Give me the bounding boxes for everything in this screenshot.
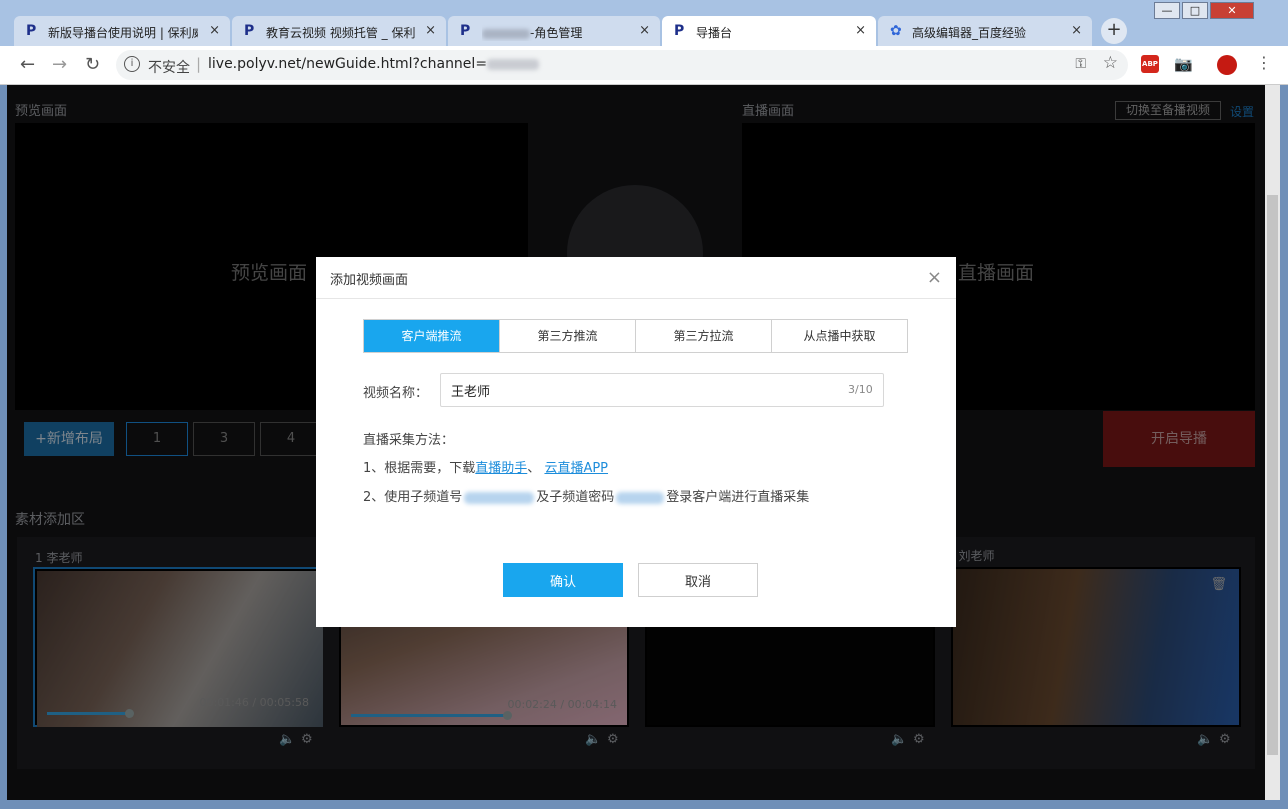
tab-close-icon[interactable]: × xyxy=(855,23,866,38)
assistant-download-link[interactable]: 直播助手 xyxy=(475,461,527,476)
tab-close-icon[interactable]: × xyxy=(209,23,220,38)
tab-active-guide[interactable]: P 导播台 × xyxy=(662,16,876,46)
forward-arrow-icon[interactable]: → xyxy=(52,54,67,75)
bookmark-star-icon[interactable]: ☆ xyxy=(1103,53,1118,73)
camera-icon[interactable]: 📷 xyxy=(1174,55,1193,73)
polyv-favicon-icon: P xyxy=(460,23,471,39)
tab-title: 导播台 xyxy=(696,26,733,40)
cloud-live-app-link[interactable]: 云直播APP xyxy=(544,461,608,476)
tab-2[interactable]: P 教育云视频 视频托管 _ 保利 × xyxy=(232,16,446,46)
minimize-button[interactable]: — xyxy=(1154,2,1180,19)
baidu-paw-icon: ✿ xyxy=(890,23,902,39)
profile-avatar[interactable] xyxy=(1217,55,1237,75)
url-text[interactable]: live.polyv.net/newGuide.html?channel= xyxy=(208,56,540,72)
maximize-button[interactable]: □ xyxy=(1182,2,1208,19)
redacted-password xyxy=(616,491,665,504)
close-window-button[interactable]: ✕ xyxy=(1210,2,1254,19)
security-label: 不安全 xyxy=(148,60,190,76)
tab-third-party-pull[interactable]: 第三方拉流 xyxy=(636,320,772,352)
tab-close-icon[interactable]: × xyxy=(639,23,650,38)
tab-title: 高级编辑器_百度经验 xyxy=(912,26,1027,40)
tab-third-party-push[interactable]: 第三方推流 xyxy=(500,320,636,352)
new-tab-button[interactable]: + xyxy=(1101,18,1127,44)
scrollbar-thumb[interactable] xyxy=(1267,195,1278,755)
tab-title: -角色管理 xyxy=(482,24,642,41)
tab-from-vod[interactable]: 从点播中获取 xyxy=(772,320,907,352)
tab-title: 新版导播台使用说明 | 保利威 xyxy=(48,26,198,40)
tab-title: 教育云视频 视频托管 _ 保利 xyxy=(266,26,416,40)
close-icon[interactable]: × xyxy=(927,267,942,288)
source-tabs: 客户端推流 第三方推流 第三方拉流 从点播中获取 xyxy=(363,319,908,353)
divider: | xyxy=(196,55,202,73)
tab-close-icon[interactable]: × xyxy=(1071,23,1082,38)
more-menu-icon[interactable]: ⋮ xyxy=(1256,53,1272,72)
browser-chrome: — □ ✕ P 新版导播台使用说明 | 保利威 × P 教育云视频 视频托管 _… xyxy=(0,0,1288,85)
polyv-favicon-icon: P xyxy=(674,23,685,39)
info-icon[interactable]: i xyxy=(124,56,140,72)
tab-1[interactable]: P 新版导播台使用说明 | 保利威 × xyxy=(14,16,230,46)
tab-5[interactable]: ✿ 高级编辑器_百度经验 × xyxy=(878,16,1092,46)
redacted-block xyxy=(487,58,540,70)
char-counter: 3/10 xyxy=(848,383,873,396)
key-icon[interactable]: ⚿ xyxy=(1075,56,1086,72)
back-arrow-icon[interactable]: ← xyxy=(20,54,35,75)
confirm-button[interactable]: 确认 xyxy=(503,563,623,597)
add-video-dialog: 添加视频画面 × 客户端推流 第三方推流 第三方拉流 从点播中获取 视频名称： … xyxy=(316,257,956,627)
method-title: 直播采集方法： xyxy=(363,433,455,448)
redacted-channel-id xyxy=(464,491,535,504)
divider xyxy=(316,298,956,299)
adblock-icon[interactable]: ABP xyxy=(1141,55,1159,73)
polyv-favicon-icon: P xyxy=(244,23,255,39)
tab-close-icon[interactable]: × xyxy=(425,23,436,38)
tab-3[interactable]: P -角色管理 × xyxy=(448,16,660,46)
polyv-favicon-icon: P xyxy=(26,23,37,39)
browser-toolbar: ← → ↻ i 不安全 | live.polyv.net/newGuide.ht… xyxy=(0,46,1288,85)
tab-client-push[interactable]: 客户端推流 xyxy=(364,320,500,352)
video-name-label: 视频名称： xyxy=(363,386,429,401)
address-bar[interactable]: i 不安全 | live.polyv.net/newGuide.html?cha… xyxy=(116,50,1128,80)
dialog-title: 添加视频画面 xyxy=(330,273,409,288)
step-2: 2、使用子频道号 及子频道密码 登录客户端进行直播采集 xyxy=(363,490,810,505)
reload-icon[interactable]: ↻ xyxy=(85,54,100,75)
cancel-button[interactable]: 取消 xyxy=(638,563,758,597)
page-scrollbar[interactable] xyxy=(1265,85,1280,800)
step-1: 1、根据需要，下载直播助手、 云直播APP xyxy=(363,461,609,476)
video-name-input[interactable] xyxy=(440,373,884,407)
